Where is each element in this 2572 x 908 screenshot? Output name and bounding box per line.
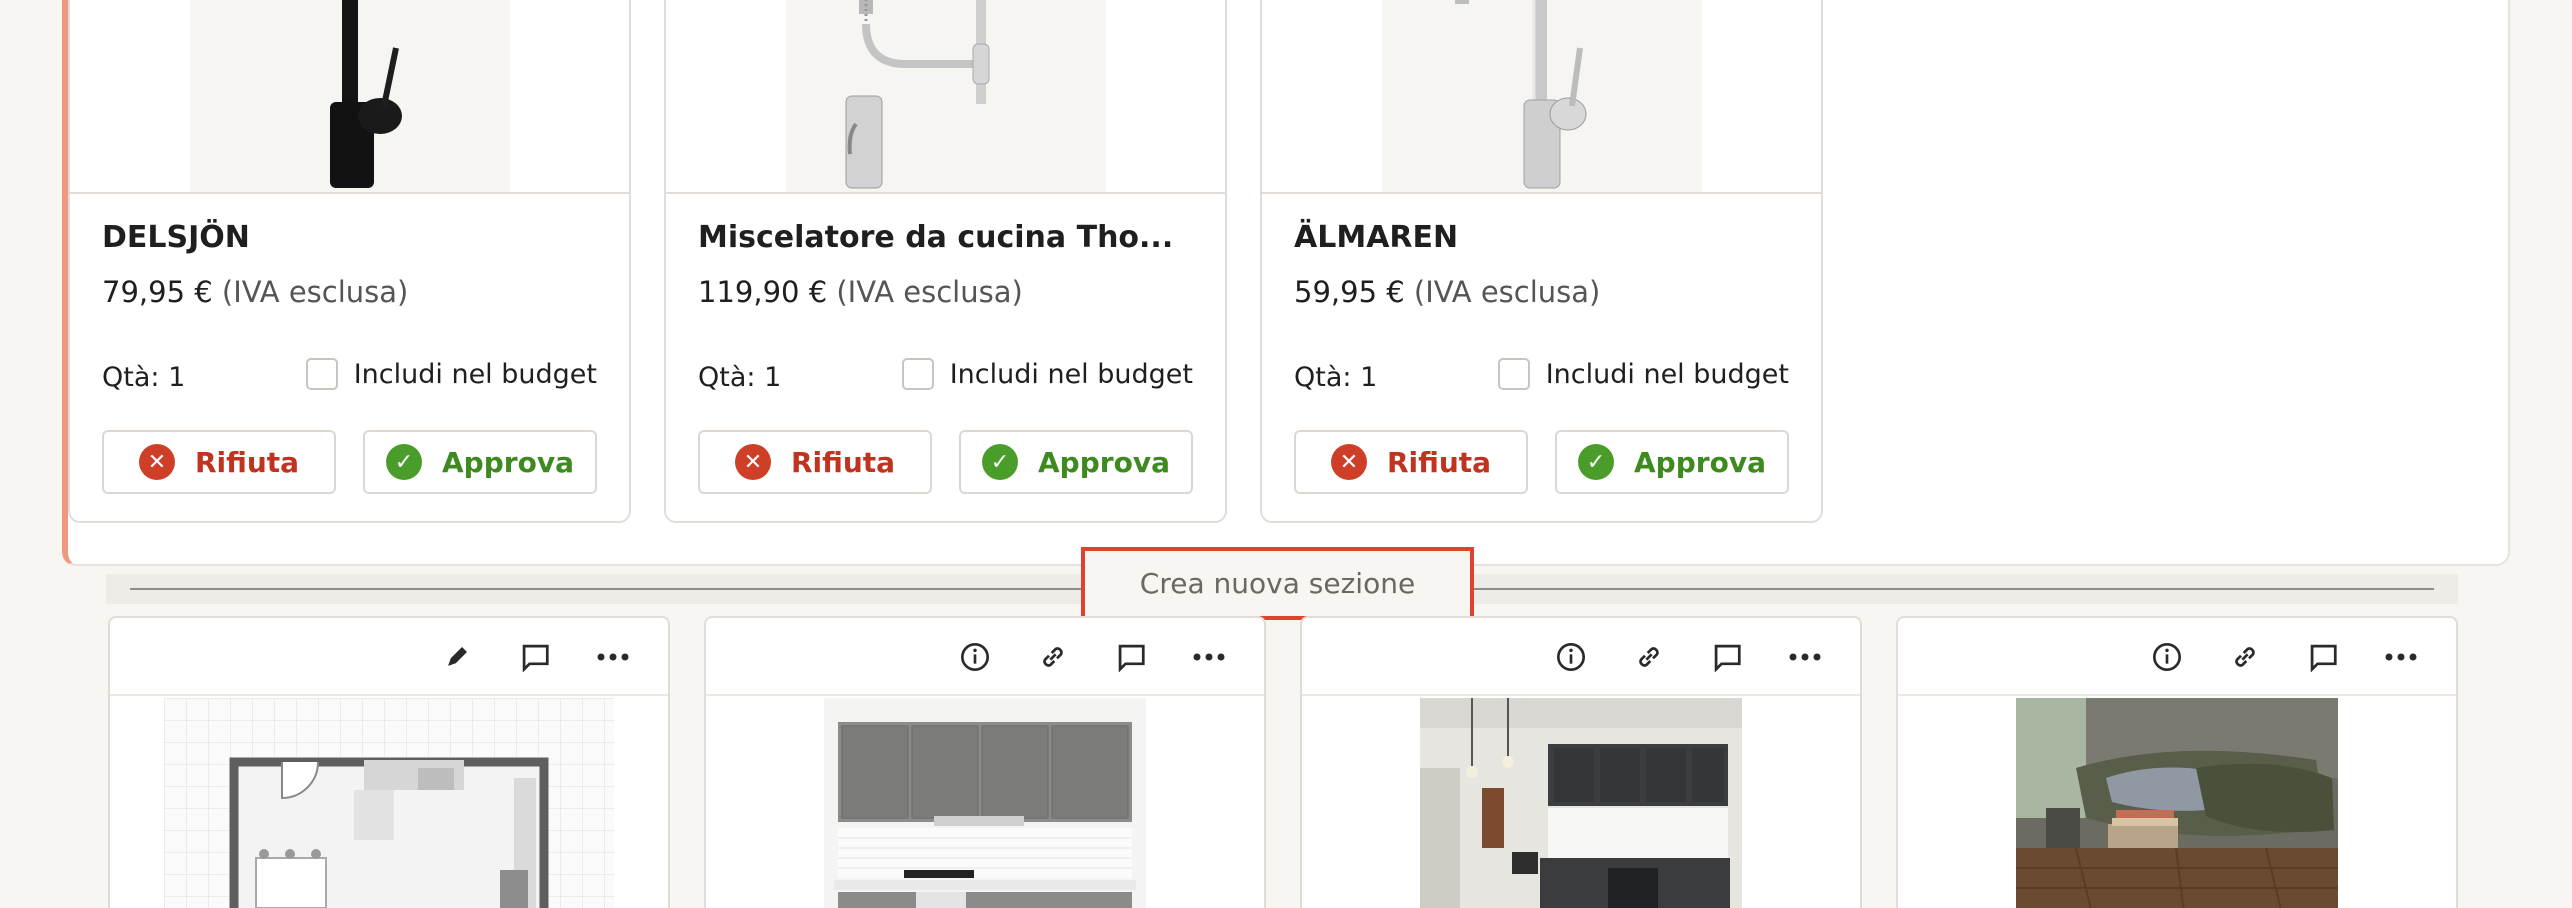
moodboard-card [704, 616, 1266, 908]
x-circle-icon: ✕ [1330, 444, 1367, 480]
include-budget-label: Includi nel budget [1545, 358, 1789, 390]
reject-button[interactable]: ✕ Rifiuta [1294, 430, 1528, 494]
reject-button[interactable]: ✕ Rifiuta [698, 430, 932, 494]
check-circle-icon: ✓ [386, 444, 423, 480]
info-icon[interactable] [2128, 634, 2206, 680]
product-card: Miscelatore da cucina Tho... 119,90 € (I… [664, 0, 1227, 523]
comment-icon[interactable] [1688, 634, 1766, 680]
checkbox-box[interactable] [901, 358, 934, 390]
check-circle-icon: ✓ [982, 444, 1019, 480]
card-toolbar [1302, 618, 1860, 696]
product-quantity: Qtà: 1 [1294, 362, 1378, 393]
pencil-icon[interactable] [418, 634, 496, 680]
include-budget-label: Includi nel budget [353, 358, 597, 390]
product-quantity: Qtà: 1 [102, 362, 186, 393]
floorplan-card [108, 616, 670, 908]
info-icon[interactable] [936, 634, 1014, 680]
product-image[interactable] [666, 0, 1225, 194]
link-icon[interactable] [1014, 634, 1092, 680]
reject-button[interactable]: ✕ Rifiuta [102, 430, 336, 494]
moodboard-card [1896, 616, 2458, 908]
include-budget-checkbox[interactable]: Includi nel budget [1497, 358, 1789, 390]
x-circle-icon: ✕ [734, 444, 771, 480]
product-image[interactable] [1262, 0, 1821, 194]
product-price: 79,95 € (IVA esclusa) [102, 275, 409, 309]
bedroom-image[interactable] [2016, 698, 2338, 908]
kitchen-image[interactable] [1420, 698, 1742, 908]
include-budget-checkbox[interactable]: Includi nel budget [305, 358, 597, 390]
approve-button[interactable]: ✓ Approva [363, 430, 597, 494]
info-icon[interactable] [1532, 634, 1610, 680]
check-circle-icon: ✓ [1578, 444, 1615, 480]
product-quantity: Qtà: 1 [698, 362, 782, 393]
link-icon[interactable] [2206, 634, 2284, 680]
card-toolbar [1898, 618, 2456, 696]
comment-icon[interactable] [2284, 634, 2362, 680]
floorplan-image[interactable] [164, 698, 614, 908]
comment-icon[interactable] [496, 634, 574, 680]
include-budget-checkbox[interactable]: Includi nel budget [901, 358, 1193, 390]
product-price: 59,95 € (IVA esclusa) [1294, 275, 1601, 309]
moodboard-card [1300, 616, 1862, 908]
include-budget-label: Includi nel budget [949, 358, 1193, 390]
approve-button[interactable]: ✓ Approva [959, 430, 1193, 494]
product-card: DELSJÖN 79,95 € (IVA esclusa) Qtà: 1 Inc… [68, 0, 631, 523]
comment-icon[interactable] [1092, 634, 1170, 680]
checkbox-box[interactable] [1497, 358, 1530, 390]
card-toolbar [706, 618, 1264, 696]
product-name: DELSJÖN [102, 220, 250, 255]
x-circle-icon: ✕ [138, 444, 175, 480]
product-image[interactable] [70, 0, 629, 194]
product-name: ÄLMAREN [1294, 220, 1459, 255]
more-icon[interactable] [2362, 634, 2440, 680]
more-icon[interactable] [1170, 634, 1248, 680]
product-card: ÄLMAREN 59,95 € (IVA esclusa) Qtà: 1 Inc… [1260, 0, 1823, 523]
kitchen-image[interactable] [824, 698, 1146, 908]
approve-button[interactable]: ✓ Approva [1555, 430, 1789, 494]
link-icon[interactable] [1610, 634, 1688, 680]
product-price: 119,90 € (IVA esclusa) [698, 275, 1023, 309]
card-toolbar [110, 618, 668, 696]
more-icon[interactable] [1766, 634, 1844, 680]
product-name: Miscelatore da cucina Tho... [698, 220, 1174, 255]
checkbox-box[interactable] [305, 358, 338, 390]
more-icon[interactable] [574, 634, 652, 680]
create-section-button[interactable]: Crea nuova sezione [1081, 547, 1474, 620]
approval-section: DELSJÖN 79,95 € (IVA esclusa) Qtà: 1 Inc… [62, 0, 2510, 566]
